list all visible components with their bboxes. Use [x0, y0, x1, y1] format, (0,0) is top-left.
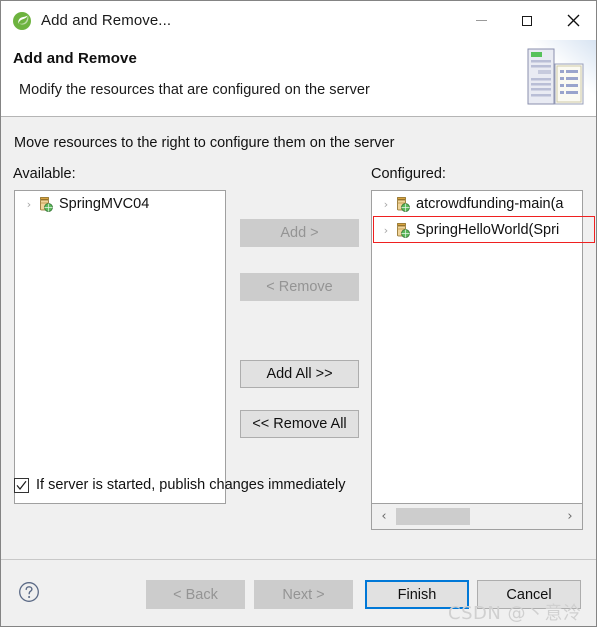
cancel-button[interactable]: Cancel: [477, 580, 581, 609]
scroll-thumb[interactable]: [396, 508, 470, 525]
dialog-header: Add and Remove Modify the resources that…: [1, 40, 596, 117]
publish-immediately-label: If server is started, publish changes im…: [36, 477, 346, 493]
list-item[interactable]: › SpringHelloWorld(Spri: [372, 217, 582, 243]
scroll-right-icon[interactable]: ›: [558, 504, 582, 529]
page-title: Add and Remove: [13, 50, 137, 67]
scroll-left-icon[interactable]: ‹: [372, 504, 396, 529]
instruction-text: Move resources to the right to configure…: [14, 135, 395, 151]
remove-button[interactable]: < Remove: [240, 273, 359, 301]
help-question-icon[interactable]: [18, 581, 40, 603]
chevron-right-icon[interactable]: ›: [21, 199, 37, 210]
chevron-right-icon[interactable]: ›: [378, 199, 394, 210]
maximize-button[interactable]: [504, 1, 550, 40]
spring-leaf-icon: [13, 11, 31, 30]
server-and-document-icon: [505, 40, 596, 116]
close-icon: [567, 14, 579, 27]
dialog-body: Move resources to the right to configure…: [1, 117, 596, 559]
title-bar: Add and Remove...: [1, 1, 596, 40]
available-list[interactable]: › SpringMVC04: [14, 190, 226, 504]
scroll-track[interactable]: [396, 504, 558, 529]
configured-list[interactable]: › atcrowdfunding-main(a › SpringHelloWor…: [371, 190, 583, 504]
list-item-label: SpringMVC04: [59, 196, 150, 212]
next-button[interactable]: Next >: [254, 580, 353, 609]
list-item[interactable]: › atcrowdfunding-main(a: [372, 191, 582, 217]
add-button[interactable]: Add >: [240, 219, 359, 247]
close-button[interactable]: [550, 1, 596, 40]
add-all-button[interactable]: Add All >>: [240, 360, 359, 388]
publish-immediately-checkbox[interactable]: [14, 477, 29, 493]
window-title: Add and Remove...: [41, 12, 172, 29]
list-item-label: atcrowdfunding-main(a: [416, 196, 564, 212]
add-and-remove-dialog: Add and Remove... Add and Remove Modify …: [0, 0, 597, 627]
publish-immediately-row[interactable]: If server is started, publish changes im…: [14, 477, 345, 493]
back-button[interactable]: < Back: [146, 580, 245, 609]
list-item-label: SpringHelloWorld(Spri: [416, 222, 560, 238]
dialog-footer: < Back Next > Finish Cancel: [1, 559, 596, 626]
finish-button[interactable]: Finish: [365, 580, 469, 609]
configured-list-hscrollbar[interactable]: ‹ ›: [371, 504, 583, 530]
chevron-right-icon[interactable]: ›: [378, 225, 394, 236]
minimize-icon: [475, 20, 487, 21]
window-controls: [458, 1, 596, 40]
page-description: Modify the resources that are configured…: [19, 82, 370, 98]
jar-module-icon: [397, 197, 410, 212]
configured-label: Configured:: [371, 166, 446, 182]
jar-module-icon: [40, 197, 53, 212]
list-item[interactable]: › SpringMVC04: [15, 191, 225, 217]
available-label: Available:: [13, 166, 76, 182]
checkmark-icon: [16, 480, 27, 490]
maximize-icon: [522, 15, 532, 26]
remove-all-button[interactable]: << Remove All: [240, 410, 359, 438]
minimize-button[interactable]: [458, 1, 504, 40]
jar-module-icon: [397, 223, 410, 238]
